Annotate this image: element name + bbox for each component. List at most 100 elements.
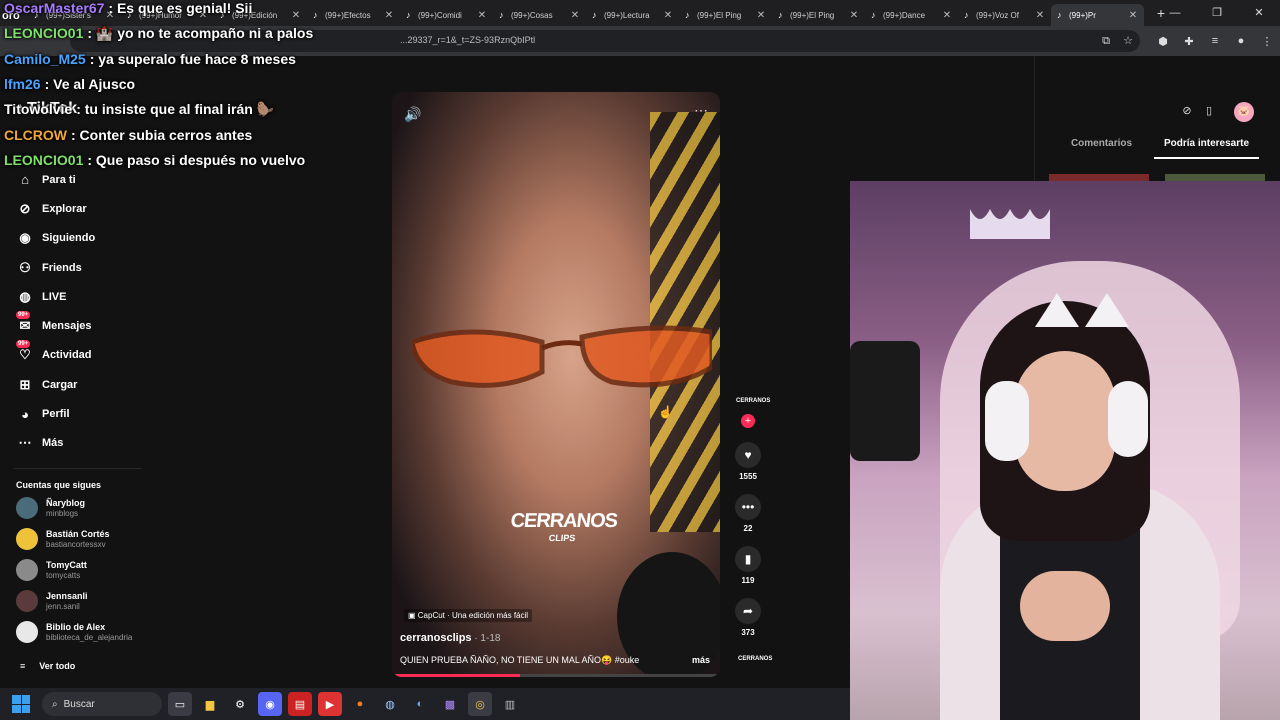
headphone-cat-ear — [1085, 293, 1129, 327]
user-avatar[interactable]: 🐷 — [1234, 102, 1254, 122]
file-explorer-icon[interactable]: ▆ — [198, 692, 222, 716]
like-button[interactable]: ♥ 1555 — [728, 442, 768, 481]
browser-tab[interactable]: ♪ (99+)El Ping ✕ — [679, 4, 772, 26]
task-view-icon[interactable]: ▭ — [168, 692, 192, 716]
settings-icon[interactable]: ⚙ — [228, 692, 252, 716]
sidebar-item-live[interactable]: ◍ LIVE — [14, 282, 95, 311]
video-description: QUIEN PRUEBA ÑAÑO, NO TIENE UN MAL AÑO😝 … — [400, 655, 640, 665]
browser-tab[interactable]: ♪ (99+)El Ping ✕ — [772, 4, 865, 26]
browser-tab[interactable]: ♪ (99+)Cosas ✕ — [493, 4, 586, 26]
streamer-app-icon[interactable]: ▶ — [318, 692, 342, 716]
browser-tab[interactable]: ♪ (99+)Voz Of ✕ — [958, 4, 1051, 26]
followed-account[interactable]: Bastián Cortés bastiancortessxv — [16, 528, 110, 550]
followed-account[interactable]: Biblio de Alex biblioteca_de_alejandria — [16, 621, 132, 643]
hand-cursor-icon: ☝ — [658, 405, 673, 419]
browser-menu-icon[interactable]: ⋮ — [1254, 35, 1280, 48]
browser-tab[interactable]: ♪ (99+)Lectura ✕ — [586, 4, 679, 26]
account-handle: biblioteca_de_alejandria — [46, 632, 133, 642]
sidebar-item-mensajes[interactable]: ✉ 99+ Mensajes — [14, 311, 95, 340]
firefox-icon[interactable]: ● — [348, 692, 372, 716]
sidebar-item-siguiendo[interactable]: ◉ Siguiendo — [14, 224, 95, 253]
sidebar-item-perfil[interactable]: ◕ Perfil — [14, 399, 95, 428]
followed-account[interactable]: Jennsanli jenn.sanil — [16, 590, 88, 612]
video-progress-fill — [392, 674, 520, 677]
close-tab-icon[interactable]: ✕ — [384, 10, 394, 21]
chat-text: : Que paso si después no vuelvo — [87, 151, 306, 168]
chat-message: LEONCIO01: 🏰 yo no te acompaño ni a palo… — [4, 25, 313, 42]
compass-small-icon[interactable]: ⊘ — [1176, 104, 1198, 117]
app-icon[interactable]: ◐ — [408, 692, 432, 716]
writer-app-icon[interactable]: ▤ — [288, 692, 312, 716]
chat-username: LEONCIO01 — [4, 25, 84, 42]
steam-icon[interactable]: ◍ — [378, 692, 402, 716]
panel-tabs: Comentarios Podría interesarte — [1049, 138, 1259, 159]
puzzle-icon[interactable]: ✚ — [1176, 35, 1202, 48]
followed-account[interactable]: Ñaryblog minblogs — [16, 497, 85, 519]
creator-avatar[interactable]: CERRANOS — [736, 398, 770, 412]
extension-icon[interactable]: ⬢ — [1150, 35, 1176, 48]
profile-icon[interactable]: ● — [1228, 35, 1254, 47]
close-tab-icon[interactable]: ✕ — [570, 10, 580, 21]
browser-tab[interactable]: ♪ (99+)Pr ✕ — [1051, 4, 1144, 26]
discord-icon[interactable]: ◉ — [258, 692, 282, 716]
music-disc[interactable]: CERRANOS — [738, 656, 772, 662]
video-date: · 1-18 — [471, 633, 501, 644]
sidebar-item-actividad[interactable]: ♡ 99+ Actividad — [14, 340, 95, 370]
account-avatar — [16, 559, 38, 581]
sidebar-item-label: Mensajes — [42, 320, 92, 333]
video-progress-bar[interactable] — [392, 674, 720, 677]
media-icon[interactable]: ≡ — [1202, 35, 1228, 47]
panel-tab[interactable]: Podría interesarte — [1154, 138, 1259, 159]
sidebar-item-más[interactable]: ⋯ Más — [14, 429, 95, 458]
phone-icon[interactable]: ▯ — [1198, 104, 1220, 117]
see-all-button[interactable]: ≡ Ver todo — [20, 661, 75, 671]
browser-tab[interactable]: ♪ (99+)Dance ✕ — [865, 4, 958, 26]
save-button[interactable]: ▮ 119 — [728, 546, 768, 585]
follow-plus-button[interactable]: + — [741, 414, 755, 428]
close-tab-icon[interactable]: ✕ — [477, 10, 487, 21]
chat-text: : Es que es genial! Sii — [108, 0, 253, 16]
windows-start-icon[interactable] — [12, 695, 30, 713]
video-author[interactable]: cerranosclips · 1-18 — [400, 632, 500, 644]
more-link[interactable]: más — [692, 655, 710, 665]
browser-tab[interactable]: ♪ (99+)Comidi ✕ — [400, 4, 493, 26]
close-tab-icon[interactable]: ✕ — [849, 10, 859, 21]
upload-icon: ⊞ — [19, 376, 31, 392]
chat-message: Titowolvie: tu insiste que al final irán… — [4, 101, 274, 118]
bookmark-star-icon[interactable]: ☆ — [1117, 30, 1139, 52]
followed-account[interactable]: TomyCatt tomycatts — [16, 559, 87, 581]
chrome-icon[interactable]: ◎ — [468, 692, 492, 716]
screen: ♪ (99+)Sister's ✕ ♪ (99+)Humor ✕ ♪ (99+)Edición… — [0, 0, 1280, 720]
capcut-label[interactable]: ▣ CapCut · Una edición más fácil — [404, 609, 533, 622]
like-count: 1555 — [739, 472, 757, 481]
close-tab-icon[interactable]: ✕ — [663, 10, 673, 21]
close-tab-icon[interactable]: ✕ — [1035, 10, 1045, 21]
comment-button[interactable]: ••• 22 — [728, 494, 768, 533]
following-title: Cuentas que sigues — [16, 480, 102, 490]
chat-message: LEONCIO01: Que paso si después no vuelvo — [4, 152, 305, 168]
tiktok-favicon-icon: ♪ — [406, 9, 411, 20]
save-count: 119 — [741, 576, 755, 585]
activity-icon: ♡ 99+ — [16, 340, 31, 363]
share-icon: ➦ — [735, 598, 761, 624]
close-window-icon[interactable]: ✕ — [1238, 0, 1280, 26]
notepad-icon[interactable]: ▥ — [498, 692, 522, 716]
headphone-cat-ear — [1035, 293, 1079, 327]
taskbar-search[interactable]: ⌕ Buscar — [42, 692, 162, 716]
more-options-icon[interactable]: ⋯ — [694, 102, 708, 119]
panel-tab[interactable]: Comentarios — [1049, 138, 1154, 159]
share-button[interactable]: ➦ 373 — [728, 598, 768, 637]
account-handle: bastiancortessxv — [46, 539, 106, 549]
volume-icon[interactable]: 🔊 — [404, 106, 421, 123]
sidebar-item-cargar[interactable]: ⊞ Cargar — [14, 370, 95, 399]
minimize-icon[interactable]: — — [1154, 0, 1196, 26]
close-tab-icon[interactable]: ✕ — [942, 10, 952, 21]
headphone-cup — [985, 381, 1029, 461]
install-app-icon[interactable]: ⧉ — [1095, 30, 1117, 52]
close-tab-icon[interactable]: ✕ — [1128, 10, 1138, 21]
video-player[interactable]: CERRANOS CLIPS 🔊 ⋯ ▣ CapCut · Una edició… — [392, 92, 720, 677]
twitch-icon[interactable]: ▩ — [438, 692, 462, 716]
sidebar-item-friends[interactable]: ⚇ Friends — [14, 253, 95, 282]
close-tab-icon[interactable]: ✕ — [756, 10, 766, 21]
maximize-icon[interactable]: ❐ — [1196, 0, 1238, 26]
